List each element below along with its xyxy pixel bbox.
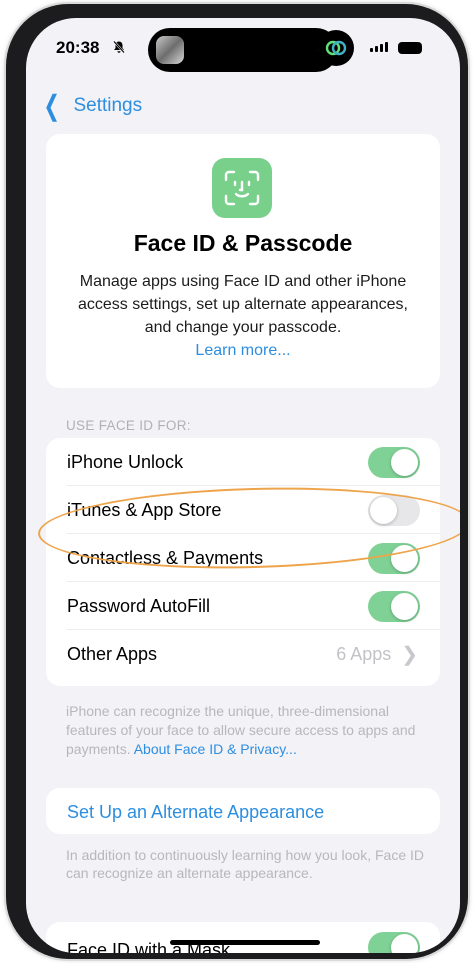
- face-id-footnote: iPhone can recognize the unique, three-d…: [66, 702, 426, 759]
- bell-slash-icon: [112, 40, 126, 57]
- phone-frame: 20:38 ❮ Settings Face ID & Passcode Mana…: [6, 4, 468, 959]
- back-button[interactable]: ❮ Settings: [40, 90, 143, 121]
- header-description-text: Manage apps using Face ID and other iPho…: [78, 273, 408, 336]
- face-id-with-mask-toggle[interactable]: [368, 932, 420, 953]
- link-app-icon[interactable]: [318, 30, 354, 66]
- about-face-id-privacy-link[interactable]: About Face ID & Privacy...: [134, 741, 297, 757]
- section-label: USE FACE ID FOR:: [66, 418, 191, 433]
- header-card: Face ID & Passcode Manage apps using Fac…: [46, 134, 440, 388]
- set-up-alternate-appearance-button[interactable]: Set Up an Alternate Appearance: [67, 802, 324, 823]
- iphone-unlock-toggle[interactable]: [368, 447, 420, 478]
- chevron-right-icon: ❯: [401, 643, 418, 666]
- mask-card: Face ID with a Mask: [46, 922, 440, 953]
- row-label: Password AutoFill: [67, 595, 211, 616]
- row-other-apps[interactable]: Other Apps 6 Apps ❯: [46, 630, 440, 678]
- page-title: Face ID & Passcode: [133, 230, 353, 256]
- other-apps-value: 6 Apps ❯: [336, 642, 418, 667]
- battery-icon: [398, 42, 422, 54]
- face-id-options-list: iPhone Unlock iTunes & App Store Contact…: [46, 438, 440, 686]
- home-indicator[interactable]: [170, 940, 320, 945]
- row-password-autofill[interactable]: Password AutoFill: [46, 582, 440, 630]
- alternate-appearance-card: Set Up an Alternate Appearance: [46, 788, 440, 834]
- alternate-appearance-footnote: In addition to continuously learning how…: [66, 847, 424, 881]
- header-description: Manage apps using Face ID and other iPho…: [68, 270, 418, 362]
- other-apps-count: 6 Apps: [336, 643, 392, 664]
- row-label: Other Apps: [67, 643, 158, 664]
- learn-more-link[interactable]: Learn more...: [195, 342, 290, 359]
- row-iphone-unlock[interactable]: iPhone Unlock: [46, 438, 440, 486]
- now-playing-thumbnail[interactable]: [156, 36, 184, 64]
- row-label: Contactless & Payments: [67, 547, 264, 568]
- dynamic-island: [148, 28, 338, 72]
- row-itunes-app-store[interactable]: iTunes & App Store: [46, 486, 440, 534]
- itunes-app-store-toggle[interactable]: [368, 495, 420, 526]
- row-label: iPhone Unlock: [67, 451, 184, 472]
- row-label: iTunes & App Store: [67, 499, 222, 520]
- back-label: Settings: [73, 95, 143, 116]
- signal-icon: [370, 42, 388, 52]
- status-bar: 20:38: [26, 18, 460, 78]
- chevron-left-icon: ❮: [43, 90, 60, 121]
- face-id-icon: [212, 158, 272, 218]
- row-contactless-payments[interactable]: Contactless & Payments: [46, 534, 440, 582]
- contactless-payments-toggle[interactable]: [368, 543, 420, 574]
- status-time: 20:38: [56, 38, 100, 57]
- password-autofill-toggle[interactable]: [368, 591, 420, 622]
- screen: 20:38 ❮ Settings Face ID & Passcode Mana…: [26, 18, 460, 953]
